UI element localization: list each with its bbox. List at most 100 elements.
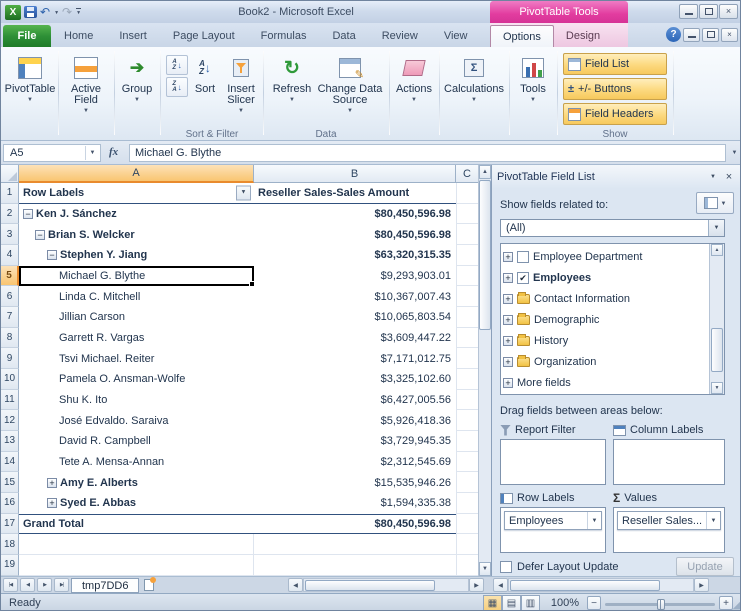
pivottable-button[interactable]: PivotTable ▼ xyxy=(4,51,56,127)
vertical-scrollbar[interactable]: ▲ ▼ xyxy=(478,165,491,576)
row-header-16[interactable]: 16 xyxy=(1,493,19,514)
select-all-corner[interactable] xyxy=(1,165,19,183)
expand-icon[interactable]: + xyxy=(503,272,513,283)
scroll-left-icon[interactable]: ◀ xyxy=(493,578,508,592)
field-item[interactable]: + Organization xyxy=(503,351,707,372)
row-header-11[interactable]: 11 xyxy=(1,389,19,411)
cell-A7[interactable]: Jillian Carson xyxy=(19,307,254,328)
collapse-toggle[interactable]: − xyxy=(35,229,45,240)
dropdown-icon[interactable]: ▼ xyxy=(587,512,601,529)
cell-A3[interactable]: − Brian S. Welcker xyxy=(19,224,254,245)
actions-button[interactable]: Actions ▼ xyxy=(391,51,437,127)
zoom-slider-thumb[interactable] xyxy=(657,599,665,610)
cell-B1[interactable]: Reseller Sales-Sales Amount xyxy=(254,183,456,204)
collapse-toggle[interactable]: − xyxy=(47,250,57,261)
plus-minus-buttons-toggle[interactable]: ± +/- Buttons xyxy=(563,78,667,100)
previous-sheet-icon[interactable]: ◀ xyxy=(20,578,35,592)
column-labels-area[interactable] xyxy=(613,439,725,485)
tab-insert[interactable]: Insert xyxy=(106,25,160,47)
tab-home[interactable]: Home xyxy=(51,25,106,47)
pane-close-icon[interactable]: × xyxy=(721,170,737,184)
field-list-toggle[interactable]: Field List xyxy=(563,53,667,75)
cell-B11[interactable]: $6,427,005.56 xyxy=(254,390,456,411)
cell-B2[interactable]: $80,450,596.98 xyxy=(254,204,456,225)
row-header-1[interactable]: 1 xyxy=(1,183,19,204)
cell-A11[interactable]: Shu K. Ito xyxy=(19,390,254,411)
scroll-right-icon[interactable]: ▶ xyxy=(694,578,709,592)
field-item[interactable]: + History xyxy=(503,330,707,351)
cell-A6[interactable]: Linda C. Mitchell xyxy=(19,286,254,307)
expand-icon[interactable]: + xyxy=(503,377,513,388)
cell-B9[interactable]: $7,171,012.75 xyxy=(254,348,456,369)
restore-button[interactable] xyxy=(699,4,718,19)
sort-button[interactable]: A Z ↓ Sort xyxy=(188,51,222,127)
cell-A15[interactable]: + Amy E. Alberts xyxy=(19,472,254,493)
calculations-button[interactable]: Σ Calculations ▼ xyxy=(441,51,507,127)
cell-B19[interactable] xyxy=(254,555,456,576)
tab-review[interactable]: Review xyxy=(369,25,431,47)
cell-C5[interactable] xyxy=(456,265,478,287)
group-button[interactable]: ➔ Group ▼ xyxy=(116,51,158,127)
sort-az-button[interactable]: A Z ↓ xyxy=(166,55,188,75)
cell-C8[interactable] xyxy=(456,327,478,349)
cell-B18[interactable] xyxy=(254,534,456,556)
row-header-6[interactable]: 6 xyxy=(1,286,19,308)
row-header-8[interactable]: 8 xyxy=(1,327,19,349)
area-field-button-row_labels[interactable]: Employees ▼ xyxy=(504,511,602,530)
row-header-15[interactable]: 15 xyxy=(1,472,19,494)
page-layout-view-button[interactable]: ▤ xyxy=(502,595,521,610)
row-header-3[interactable]: 3 xyxy=(1,224,19,246)
cell-C19[interactable] xyxy=(456,555,478,576)
fx-icon[interactable]: fx xyxy=(109,146,118,158)
pane-horizontal-scrollbar[interactable]: ◀ ▶ xyxy=(493,578,709,593)
field-item[interactable]: + ✔ Employees xyxy=(503,267,707,288)
horizontal-scrollbar-thumb[interactable] xyxy=(510,580,660,591)
cell-A8[interactable]: Garrett R. Vargas xyxy=(19,328,254,349)
tab-view[interactable]: View xyxy=(431,25,481,47)
name-box-dropdown-icon[interactable]: ▼ xyxy=(85,146,99,160)
row-header-9[interactable]: 9 xyxy=(1,348,19,370)
undo-icon[interactable]: ↶ xyxy=(40,6,50,18)
cell-A9[interactable]: Tsvi Michael. Reiter xyxy=(19,348,254,369)
cell-B16[interactable]: $1,594,335.38 xyxy=(254,493,456,514)
insert-worksheet-button[interactable] xyxy=(139,577,159,592)
workbook-close-button[interactable]: × xyxy=(721,27,738,42)
cell-A18[interactable] xyxy=(19,534,254,556)
page-break-view-button[interactable]: ▥ xyxy=(521,595,540,610)
cell-B3[interactable]: $80,450,596.98 xyxy=(254,224,456,245)
cell-B13[interactable]: $3,729,945.35 xyxy=(254,431,456,452)
scroll-up-icon[interactable]: ▲ xyxy=(479,165,491,179)
cell-A19[interactable] xyxy=(19,555,254,576)
tab-file[interactable]: File xyxy=(3,25,51,47)
active-field-button[interactable]: Active Field ▼ xyxy=(60,51,112,127)
row-header-12[interactable]: 12 xyxy=(1,410,19,432)
defer-layout-checkbox[interactable] xyxy=(500,560,512,573)
cell-B15[interactable]: $15,535,946.26 xyxy=(254,472,456,493)
last-sheet-icon[interactable]: ▶| xyxy=(54,578,69,592)
horizontal-scrollbar-thumb[interactable] xyxy=(305,580,435,591)
dropdown-icon[interactable]: ▼ xyxy=(706,512,720,529)
cell-C18[interactable] xyxy=(456,534,478,556)
combo-dropdown-icon[interactable]: ▼ xyxy=(708,220,724,236)
cell-C14[interactable] xyxy=(456,451,478,473)
cell-A10[interactable]: Pamela O. Ansman-Wolfe xyxy=(19,369,254,390)
cell-C3[interactable] xyxy=(456,224,478,246)
refresh-button[interactable]: ↻ Refresh ▼ xyxy=(269,51,315,127)
filter-dropdown-icon[interactable]: ▼ xyxy=(236,185,251,201)
field-item[interactable]: + Demographic xyxy=(503,309,707,330)
tab-page-layout[interactable]: Page Layout xyxy=(160,25,248,47)
cell-A5[interactable]: Michael G. Blythe xyxy=(19,266,254,287)
cell-A14[interactable]: Tete A. Mensa-Annan xyxy=(19,452,254,473)
tab-formulas[interactable]: Formulas xyxy=(248,25,320,47)
report-filter-area[interactable] xyxy=(500,439,606,485)
pane-menu-dropdown-icon[interactable]: ▼ xyxy=(705,170,721,184)
cell-C15[interactable] xyxy=(456,472,478,494)
cell-C2[interactable] xyxy=(456,203,478,225)
cell-A16[interactable]: + Syed E. Abbas xyxy=(19,493,254,514)
source-filter-select[interactable]: (All) ▼ xyxy=(500,219,725,237)
column-header-C[interactable]: C xyxy=(456,165,478,183)
row-header-14[interactable]: 14 xyxy=(1,451,19,473)
name-box[interactable]: A5 ▼ xyxy=(3,144,101,162)
cell-A2[interactable]: − Ken J. Sánchez xyxy=(19,204,254,225)
formula-bar-expand-icon[interactable]: ▼ xyxy=(728,144,740,162)
